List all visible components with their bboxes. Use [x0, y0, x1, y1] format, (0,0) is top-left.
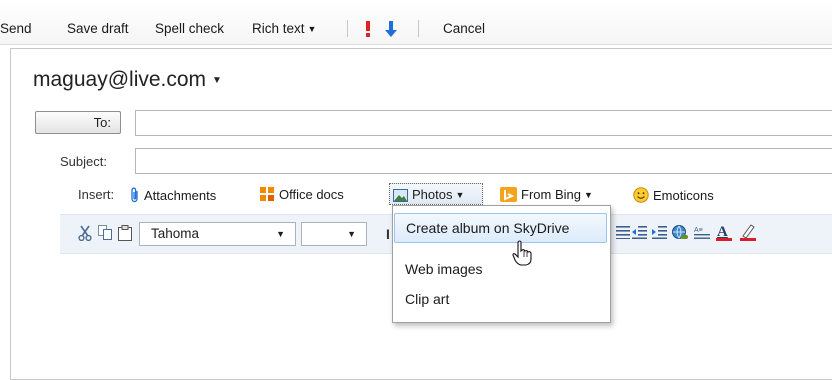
chevron-down-icon: ▼ [455, 190, 465, 200]
toolbar-divider [418, 20, 419, 37]
photos-label: Photos [412, 187, 453, 202]
exclamation-icon[interactable] [364, 20, 372, 43]
office-docs-button[interactable]: Office docs [260, 187, 344, 202]
highlight-icon[interactable] [739, 222, 757, 247]
attachments-button[interactable]: Attachments [130, 187, 216, 203]
from-bing-label: From Bing [521, 187, 581, 202]
font-color-icon[interactable]: A [715, 222, 733, 247]
hyperlink-icon[interactable] [672, 225, 688, 245]
decrease-indent-icon[interactable] [632, 225, 647, 244]
menu-item-web-images[interactable]: Web images [394, 254, 607, 284]
save-draft-button[interactable]: Save draft [67, 21, 129, 36]
menu-item-clip-art[interactable]: Clip art [394, 284, 607, 314]
font-family-select[interactable]: Tahoma ▼ [139, 222, 296, 246]
to-button[interactable]: To: [35, 111, 121, 134]
chevron-down-icon: ▼ [347, 229, 356, 239]
subject-label: Subject: [60, 154, 107, 169]
align-icon[interactable] [616, 225, 630, 244]
paperclip-icon [131, 187, 138, 203]
bold-icon[interactable]: I [386, 226, 390, 242]
chevron-down-icon: ▼ [212, 75, 222, 86]
photos-dropdown[interactable]: Photos ▼ [389, 183, 483, 205]
office-docs-label: Office docs [279, 187, 344, 202]
send-button[interactable]: Send [0, 21, 32, 36]
to-field[interactable] [135, 110, 832, 136]
spell-check-button[interactable]: Spell check [155, 21, 224, 36]
chevron-down-icon: ▼ [276, 229, 285, 239]
from-account-dropdown[interactable]: maguay@live.com ▼ [33, 68, 222, 92]
rich-text-label: Rich text [252, 21, 305, 36]
rich-text-dropdown[interactable]: Rich text ▼ [252, 21, 316, 36]
from-bing-dropdown[interactable]: From Bing ▼ [500, 187, 593, 202]
from-address: maguay@live.com [33, 68, 207, 91]
down-arrow-icon[interactable] [385, 20, 397, 43]
subject-field[interactable] [135, 148, 832, 174]
emoticons-button[interactable]: Emoticons [633, 187, 714, 203]
cancel-button[interactable]: Cancel [443, 21, 485, 36]
cut-icon[interactable] [78, 225, 92, 246]
insert-label: Insert: [78, 187, 115, 202]
photo-icon [393, 189, 408, 202]
svg-text:A: A [717, 224, 728, 240]
font-size-select[interactable]: ▼ [301, 222, 367, 246]
svg-text:A≡: A≡ [694, 227, 703, 234]
bing-icon [500, 187, 517, 202]
hand-cursor-icon [512, 240, 534, 271]
attachments-label: Attachments [144, 188, 217, 203]
text-direction-icon[interactable]: A≡ [694, 225, 710, 245]
increase-indent-icon[interactable] [652, 225, 667, 244]
emoticon-icon [633, 187, 649, 203]
paste-icon[interactable] [118, 225, 132, 246]
emoticons-label: Emoticons [653, 188, 714, 203]
font-family-value: Tahoma [151, 226, 200, 241]
office-icon [260, 187, 274, 201]
copy-icon[interactable] [98, 225, 112, 246]
photos-menu: Create album on SkyDrive Web images Clip… [392, 205, 611, 323]
toolbar-divider [347, 20, 348, 37]
chevron-down-icon: ▼ [583, 190, 593, 200]
chevron-down-icon: ▼ [307, 24, 317, 34]
menu-item-create-album[interactable]: Create album on SkyDrive [394, 213, 607, 243]
